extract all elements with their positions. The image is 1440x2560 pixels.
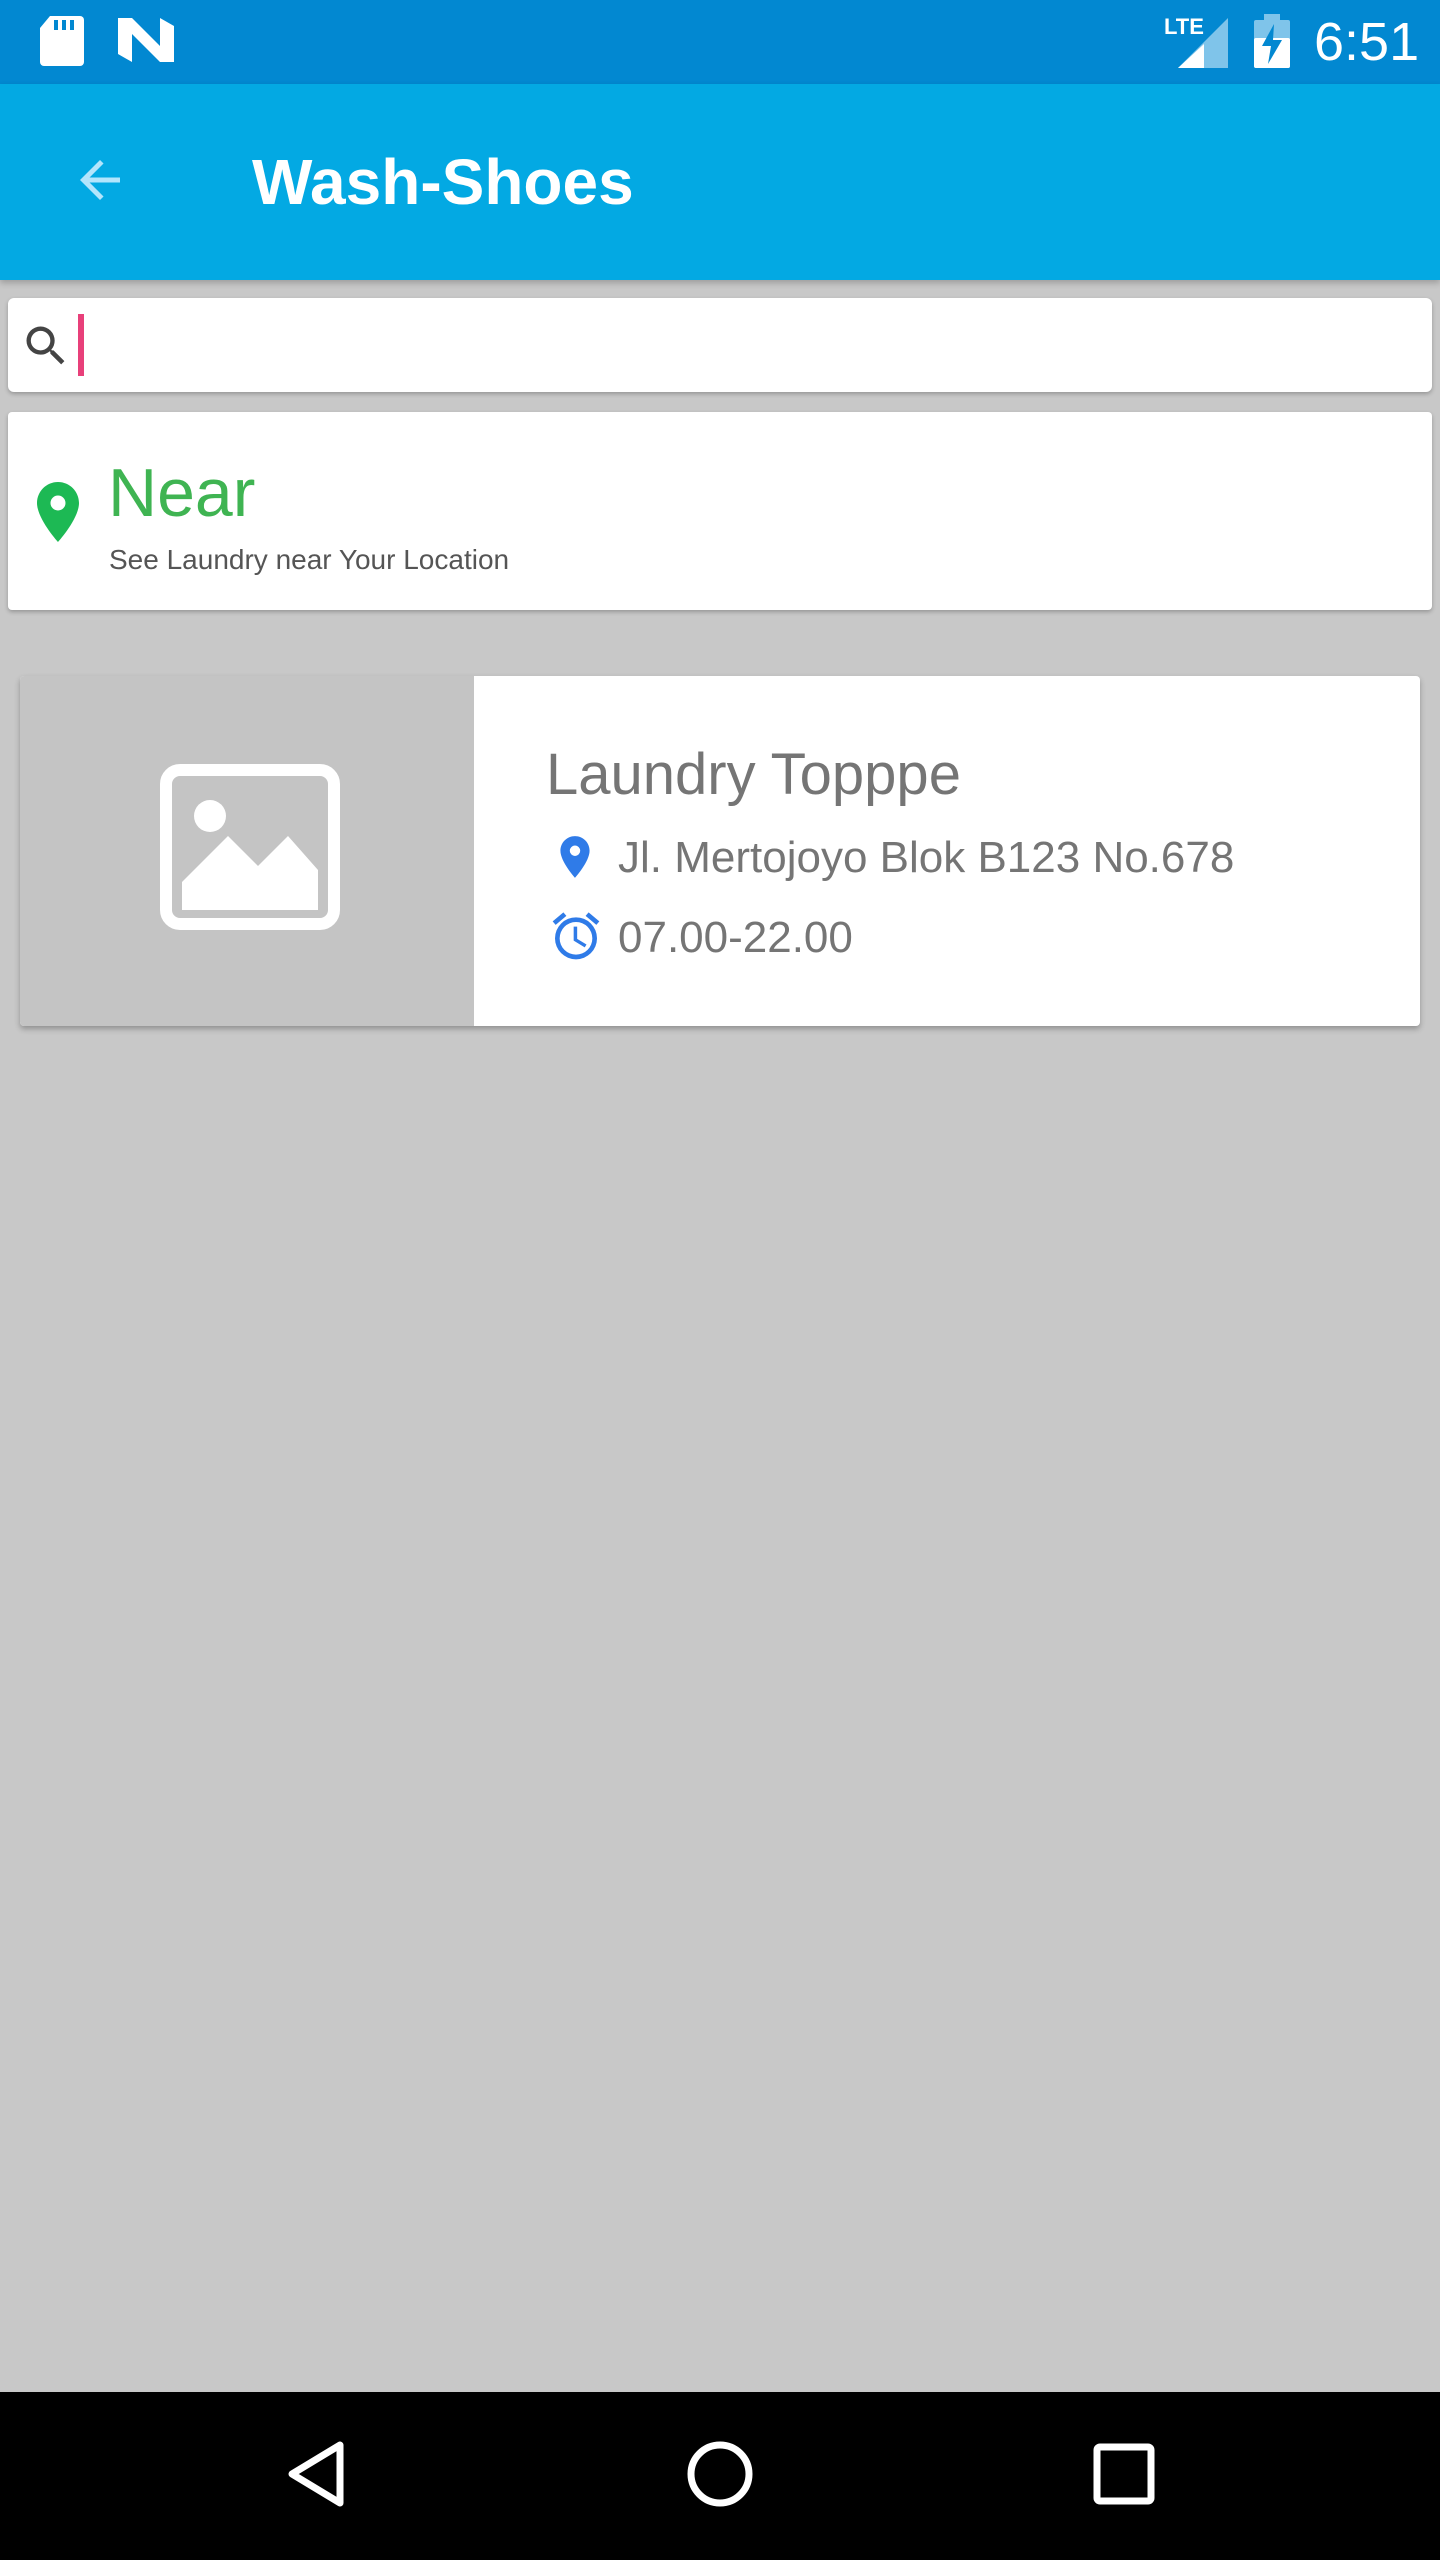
nav-recents-icon bbox=[1093, 2443, 1155, 2510]
near-subtitle: See Laundry near Your Location bbox=[109, 544, 510, 575]
location-pin-icon bbox=[22, 472, 94, 557]
nav-home-icon bbox=[685, 2439, 755, 2514]
svg-text:LTE: LTE bbox=[1164, 14, 1204, 39]
text-cursor bbox=[78, 314, 84, 376]
laundry-name: Laundry Topppe bbox=[546, 742, 961, 807]
near-title: Near bbox=[108, 455, 256, 531]
status-time: 6:51 bbox=[1314, 12, 1420, 72]
status-bar: LTE 6:51 bbox=[0, 0, 1440, 84]
app-bar: Wash-Shoes bbox=[0, 84, 1440, 280]
laundry-thumbnail bbox=[20, 676, 474, 1026]
nav-back-icon bbox=[284, 2439, 348, 2514]
image-placeholder-icon bbox=[160, 764, 340, 935]
system-nav-bar bbox=[0, 2392, 1440, 2560]
back-button[interactable] bbox=[50, 132, 150, 232]
laundry-address: Jl. Mertojoyo Blok B123 No.678 bbox=[618, 833, 1235, 882]
near-location-card[interactable]: Near See Laundry near Your Location bbox=[8, 412, 1432, 610]
app-title: Wash-Shoes bbox=[252, 146, 634, 218]
nav-recents-button[interactable] bbox=[1074, 2426, 1174, 2526]
arrow-back-icon bbox=[70, 150, 130, 215]
nav-home-button[interactable] bbox=[670, 2426, 770, 2526]
sd-card-icon bbox=[40, 16, 84, 71]
search-icon bbox=[20, 320, 72, 377]
laundry-hours: 07.00-22.00 bbox=[618, 913, 853, 962]
n-icon bbox=[118, 18, 174, 67]
search-input[interactable] bbox=[90, 308, 1410, 382]
location-pin-icon bbox=[550, 828, 600, 891]
search-bar[interactable] bbox=[8, 298, 1432, 392]
laundry-list-item[interactable]: Laundry Topppe Jl. Mertojoyo Blok B123 N… bbox=[20, 676, 1420, 1026]
battery-charging-icon bbox=[1254, 14, 1290, 73]
lte-signal-icon: LTE bbox=[1164, 14, 1228, 73]
nav-back-button[interactable] bbox=[266, 2426, 366, 2526]
alarm-clock-icon bbox=[548, 908, 604, 969]
